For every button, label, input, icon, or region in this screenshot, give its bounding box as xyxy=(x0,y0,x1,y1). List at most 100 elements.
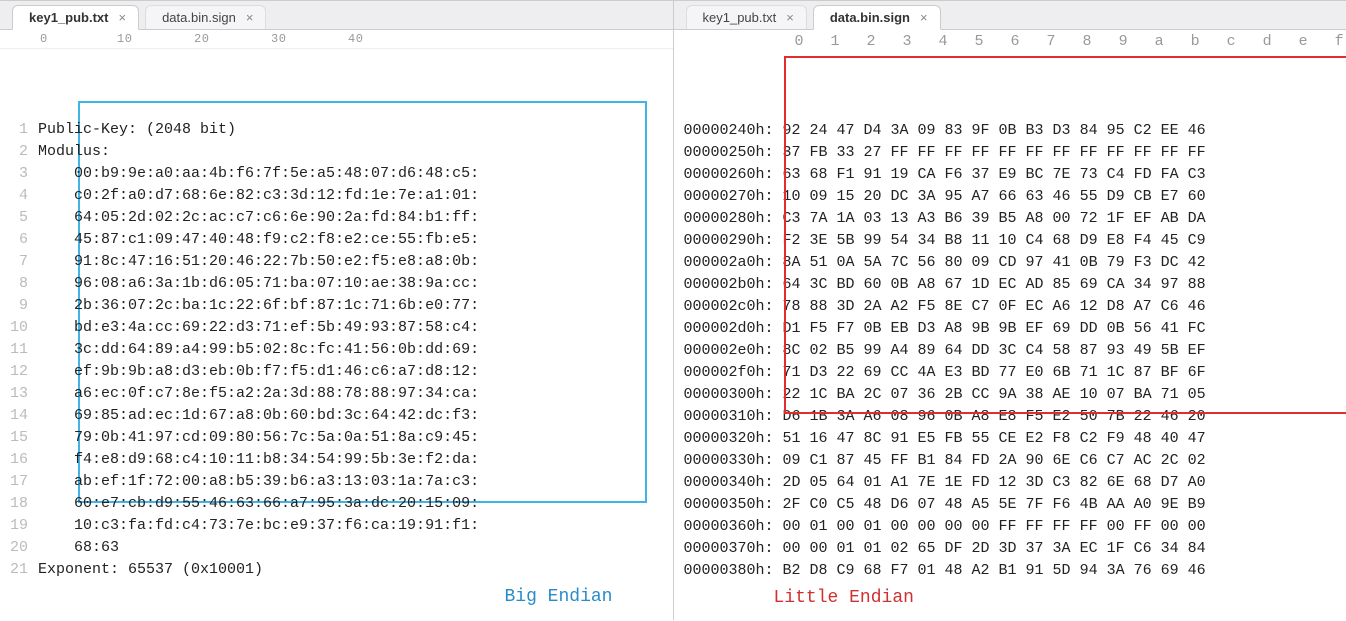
close-icon[interactable]: × xyxy=(118,10,126,25)
line-text: c0:2f:a0:d7:68:6e:82:c3:3d:12:fd:1e:7e:a… xyxy=(38,185,479,207)
tab-data-bin-sign[interactable]: data.bin.sign × xyxy=(145,5,266,29)
hex-line: 00000280h: C3 7A 1A 03 13 A3 B6 39 B5 A8… xyxy=(684,208,1346,230)
line-text: ef:9b:9b:a8:d3:eb:0b:f7:f5:d1:46:c6:a7:d… xyxy=(38,361,479,383)
editor-line: 9 2b:36:07:2c:ba:1c:22:6f:bf:87:1c:71:6b… xyxy=(0,295,673,317)
line-number: 16 xyxy=(0,449,38,471)
hex-line: 00000340h: 2D 05 64 01 A1 7E 1E FD 12 3D… xyxy=(684,472,1346,494)
line-number: 5 xyxy=(0,207,38,229)
hex-line: 000002e0h: 8C 02 B5 99 A4 89 64 DD 3C C4… xyxy=(684,340,1346,362)
line-number: 3 xyxy=(0,163,38,185)
editor-line: 4 c0:2f:a0:d7:68:6e:82:c3:3d:12:fd:1e:7e… xyxy=(0,185,673,207)
line-text: 10:c3:fa:fd:c4:73:7e:bc:e9:37:f6:ca:19:9… xyxy=(38,515,479,537)
editor-line: 11 3c:dd:64:89:a4:99:b5:02:8c:fc:41:56:0… xyxy=(0,339,673,361)
ruler-left: 0 10 20 30 40 xyxy=(0,30,673,49)
line-text: 91:8c:47:16:51:20:46:22:7b:50:e2:f5:e8:a… xyxy=(38,251,479,273)
editor-line: 14 69:85:ad:ec:1d:67:a8:0b:60:bd:3c:64:4… xyxy=(0,405,673,427)
editor-line: 5 64:05:2d:02:2c:ac:c7:c6:6e:90:2a:fd:84… xyxy=(0,207,673,229)
editor-line: 20 68:63 xyxy=(0,537,673,559)
line-text: ab:ef:1f:72:00:a8:b5:39:b6:a3:13:03:1a:7… xyxy=(38,471,479,493)
editor-line: 17 ab:ef:1f:72:00:a8:b5:39:b6:a3:13:03:1… xyxy=(0,471,673,493)
line-number: 13 xyxy=(0,383,38,405)
line-number: 18 xyxy=(0,493,38,515)
hex-editor-right[interactable]: 00000240h: 92 24 47 D4 3A 09 83 9F 0B B3… xyxy=(674,54,1346,582)
line-number: 11 xyxy=(0,339,38,361)
close-icon[interactable]: × xyxy=(786,10,794,25)
editor-line: 12 ef:9b:9b:a8:d3:eb:0b:f7:f5:d1:46:c6:a… xyxy=(0,361,673,383)
line-number: 15 xyxy=(0,427,38,449)
hex-line: 000002c0h: 78 88 3D 2A A2 F5 8E C7 0F EC… xyxy=(684,296,1346,318)
line-number: 7 xyxy=(0,251,38,273)
hex-line: 00000320h: 51 16 47 8C 91 E5 FB 55 CE E2… xyxy=(684,428,1346,450)
line-text: 79:0b:41:97:cd:09:80:56:7c:5a:0a:51:8a:c… xyxy=(38,427,479,449)
hex-line: 000002d0h: D1 F5 F7 0B EB D3 A8 9B 9B EF… xyxy=(684,318,1346,340)
hex-column-header: 0 1 2 3 4 5 6 7 8 9 a b c d e f xyxy=(674,30,1346,54)
line-text: 69:85:ad:ec:1d:67:a8:0b:60:bd:3c:64:42:d… xyxy=(38,405,479,427)
hex-line: 00000360h: 00 01 00 01 00 00 00 00 FF FF… xyxy=(684,516,1346,538)
hex-line: 00000250h: 37 FB 33 27 FF FF FF FF FF FF… xyxy=(684,142,1346,164)
caption-big-endian: Big Endian xyxy=(0,581,673,611)
line-text: 64:05:2d:02:2c:ac:c7:c6:6e:90:2a:fd:84:b… xyxy=(38,207,479,229)
editor-line: 19 10:c3:fa:fd:c4:73:7e:bc:e9:37:f6:ca:1… xyxy=(0,515,673,537)
left-pane: key1_pub.txt × data.bin.sign × 0 10 20 3… xyxy=(0,0,673,620)
editor-line: 6 45:87:c1:09:47:40:48:f9:c2:f8:e2:ce:55… xyxy=(0,229,673,251)
line-number: 19 xyxy=(0,515,38,537)
line-number: 20 xyxy=(0,537,38,559)
line-text: 45:87:c1:09:47:40:48:f9:c2:f8:e2:ce:55:f… xyxy=(38,229,479,251)
line-number: 2 xyxy=(0,141,38,163)
line-number: 14 xyxy=(0,405,38,427)
hex-line: 00000300h: 22 1C BA 2C 07 36 2B CC 9A 38… xyxy=(684,384,1346,406)
hex-line: 00000240h: 92 24 47 D4 3A 09 83 9F 0B B3… xyxy=(684,120,1346,142)
line-text: Public-Key: (2048 bit) xyxy=(38,119,236,141)
line-number: 10 xyxy=(0,317,38,339)
tab-label: key1_pub.txt xyxy=(29,10,108,25)
hex-line: 00000380h: B2 D8 C9 68 F7 01 48 A2 B1 91… xyxy=(684,560,1346,582)
line-number: 1 xyxy=(0,119,38,141)
editor-line: 21Exponent: 65537 (0x10001) xyxy=(0,559,673,581)
line-text: Exponent: 65537 (0x10001) xyxy=(38,559,263,581)
text-editor-left[interactable]: 1Public-Key: (2048 bit)2Modulus:3 00:b9:… xyxy=(0,49,673,581)
hex-line: 00000290h: F2 3E 5B 99 54 34 B8 11 10 C4… xyxy=(684,230,1346,252)
hex-line: 00000370h: 00 00 01 01 02 65 DF 2D 3D 37… xyxy=(684,538,1346,560)
editor-line: 18 60:e7:cb:d9:55:46:63:66:a7:95:3a:dc:2… xyxy=(0,493,673,515)
line-number: 8 xyxy=(0,273,38,295)
editor-line: 10 bd:e3:4a:cc:69:22:d3:71:ef:5b:49:93:8… xyxy=(0,317,673,339)
hex-line: 000002f0h: 71 D3 22 69 CC 4A E3 BD 77 E0… xyxy=(684,362,1346,384)
editor-line: 15 79:0b:41:97:cd:09:80:56:7c:5a:0a:51:8… xyxy=(0,427,673,449)
close-icon[interactable]: × xyxy=(246,10,254,25)
editor-line: 1Public-Key: (2048 bit) xyxy=(0,119,673,141)
line-number: 9 xyxy=(0,295,38,317)
tab-label: data.bin.sign xyxy=(162,10,236,25)
editor-line: 3 00:b9:9e:a0:aa:4b:f6:7f:5e:a5:48:07:d6… xyxy=(0,163,673,185)
editor-line: 16 f4:e8:d9:68:c4:10:11:b8:34:54:99:5b:3… xyxy=(0,449,673,471)
tab-key1-pub[interactable]: key1_pub.txt × xyxy=(686,5,807,29)
hex-line: 000002a0h: 8A 51 0A 5A 7C 56 80 09 CD 97… xyxy=(684,252,1346,274)
line-text: a6:ec:0f:c7:8e:f5:a2:2a:3d:88:78:88:97:3… xyxy=(38,383,479,405)
tab-bar-right: key1_pub.txt × data.bin.sign × xyxy=(674,1,1346,30)
editor-line: 7 91:8c:47:16:51:20:46:22:7b:50:e2:f5:e8… xyxy=(0,251,673,273)
line-text: Modulus: xyxy=(38,141,110,163)
line-text: 96:08:a6:3a:1b:d6:05:71:ba:07:10:ae:38:9… xyxy=(38,273,479,295)
tab-label: key1_pub.txt xyxy=(703,10,777,25)
hex-line: 00000310h: D6 1B 3A A6 08 96 0B A8 E8 F5… xyxy=(684,406,1346,428)
line-text: 2b:36:07:2c:ba:1c:22:6f:bf:87:1c:71:6b:e… xyxy=(38,295,479,317)
line-number: 6 xyxy=(0,229,38,251)
line-text: 60:e7:cb:d9:55:46:63:66:a7:95:3a:dc:20:1… xyxy=(38,493,479,515)
editor-line: 13 a6:ec:0f:c7:8e:f5:a2:2a:3d:88:78:88:9… xyxy=(0,383,673,405)
editor-line: 2Modulus: xyxy=(0,141,673,163)
tab-data-bin-sign[interactable]: data.bin.sign × xyxy=(813,5,941,30)
tab-label: data.bin.sign xyxy=(830,10,910,25)
close-icon[interactable]: × xyxy=(920,10,928,25)
tab-key1-pub[interactable]: key1_pub.txt × xyxy=(12,5,139,30)
caption-little-endian: Little Endian xyxy=(674,582,1346,612)
tab-bar-left: key1_pub.txt × data.bin.sign × xyxy=(0,1,673,30)
line-number: 12 xyxy=(0,361,38,383)
right-pane: key1_pub.txt × data.bin.sign × 0 1 2 3 4… xyxy=(673,0,1346,620)
line-number: 4 xyxy=(0,185,38,207)
line-text: 3c:dd:64:89:a4:99:b5:02:8c:fc:41:56:0b:d… xyxy=(38,339,479,361)
line-text: 00:b9:9e:a0:aa:4b:f6:7f:5e:a5:48:07:d6:4… xyxy=(38,163,479,185)
hex-line: 00000260h: 63 68 F1 91 19 CA F6 37 E9 BC… xyxy=(684,164,1346,186)
hex-line: 000002b0h: 64 3C BD 60 0B A8 67 1D EC AD… xyxy=(684,274,1346,296)
line-text: f4:e8:d9:68:c4:10:11:b8:34:54:99:5b:3e:f… xyxy=(38,449,479,471)
line-number: 17 xyxy=(0,471,38,493)
editor-line: 8 96:08:a6:3a:1b:d6:05:71:ba:07:10:ae:38… xyxy=(0,273,673,295)
